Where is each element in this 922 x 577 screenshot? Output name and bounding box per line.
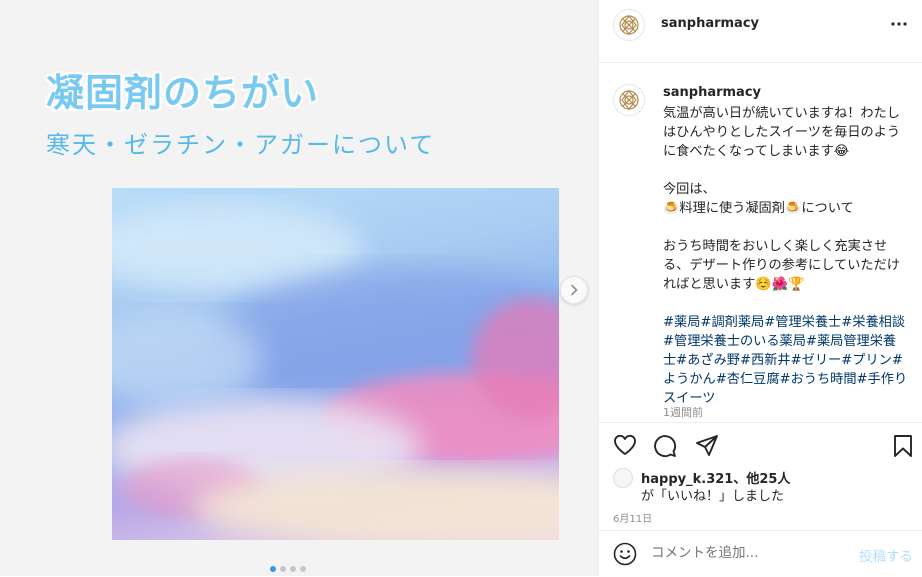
hashtag-links[interactable]: #薬局#調剤薬局#管理栄養士#栄養相談#管理栄養士のいる薬局#薬局管理栄養士#あ… (663, 313, 909, 408)
bookmark-icon[interactable] (893, 434, 913, 458)
emoji-icon[interactable] (613, 542, 637, 566)
caption-paragraph: 今回は、 🍮料理に使う凝固剤🍮について (663, 180, 909, 218)
comment-icon[interactable] (653, 434, 677, 458)
post-comment-button[interactable]: 投稿する (859, 545, 913, 565)
cloud-illustration (112, 203, 559, 540)
pharmacy-logo-icon (619, 15, 639, 35)
action-bar (599, 422, 922, 467)
carousel-dot (300, 566, 306, 572)
post-date[interactable]: 6月11日 (613, 510, 652, 525)
post-sidebar: sanpharmacy sanpharmacy 気温が高い日が続いていますね！わ… (598, 0, 922, 576)
carousel-indicator (270, 566, 306, 572)
comment-input[interactable] (651, 545, 841, 561)
caption-line: 🍮料理に使う凝固剤🍮について (663, 201, 854, 216)
chevron-right-icon (571, 284, 578, 296)
carousel-dot (270, 566, 276, 572)
caption-username[interactable]: sanpharmacy (663, 85, 761, 100)
comment-bar: 投稿する (599, 530, 922, 577)
post-caption: 気温が高い日が続いていますね！わたしはひんやりとしたスイーツを毎日のように食べた… (663, 104, 909, 427)
more-options-icon[interactable] (891, 22, 907, 26)
caption-paragraph: 気温が高い日が続いていますね！わたしはひんやりとしたスイーツを毎日のように食べた… (663, 106, 901, 159)
share-icon[interactable] (695, 434, 719, 458)
pharmacy-logo-icon (619, 90, 639, 110)
likes-text: が「いいね！」しました (641, 489, 785, 504)
heart-icon[interactable] (613, 434, 637, 456)
carousel-dot (290, 566, 296, 572)
sky-photo (112, 188, 559, 540)
post-media: 凝固剤のちがい 寒天・ゼラチン・アガーについて (0, 0, 598, 576)
caption-paragraph: おうち時間をおいしく楽しく充実させる、デザート作りの参考にしていただければと思い… (663, 239, 900, 292)
caption-timestamp[interactable]: 1週間前 (663, 404, 703, 420)
profile-avatar[interactable] (613, 9, 645, 41)
next-image-button[interactable] (560, 276, 588, 304)
post-header: sanpharmacy (599, 0, 922, 63)
image-title: 凝固剤のちがい (46, 71, 320, 115)
image-subtitle: 寒天・ゼラチン・アガーについて (46, 131, 436, 159)
caption-avatar[interactable] (613, 84, 645, 116)
liker-avatar[interactable] (613, 468, 633, 488)
carousel-dot (280, 566, 286, 572)
header-username[interactable]: sanpharmacy (661, 16, 759, 31)
caption-line: 今回は、 (663, 182, 716, 197)
